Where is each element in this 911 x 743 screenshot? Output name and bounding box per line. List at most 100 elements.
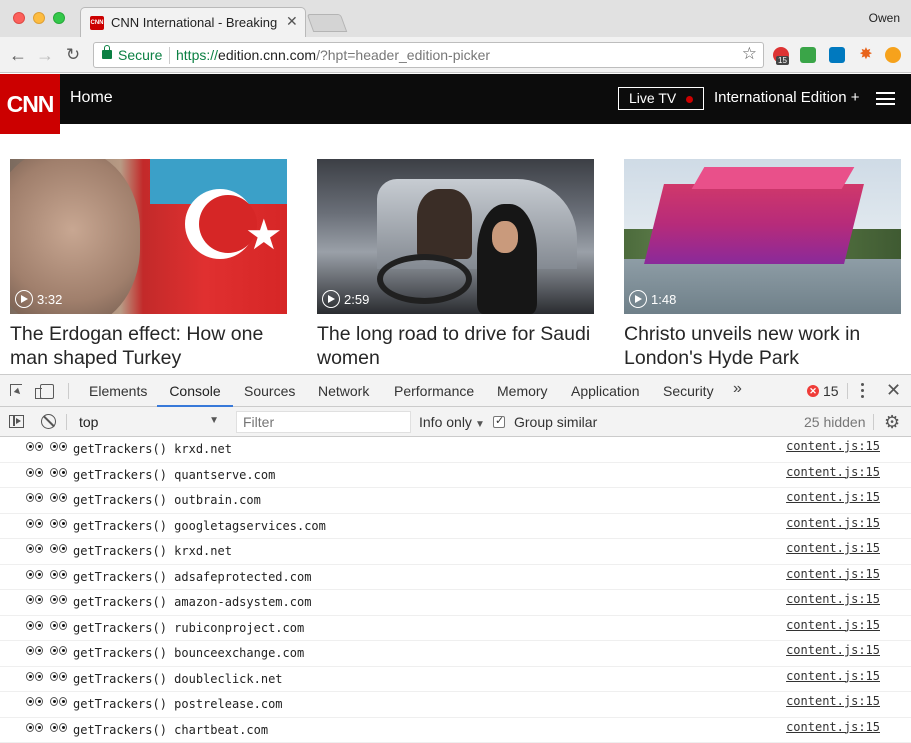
eyes-icon: [26, 542, 74, 556]
browser-tab-active[interactable]: CNN CNN International - Breaking N ✕: [80, 7, 306, 37]
chevron-down-icon: ▼: [475, 419, 485, 430]
console-filter-input[interactable]: [236, 411, 411, 433]
filterbar-divider: [873, 414, 874, 430]
log-source-link[interactable]: content.js:15: [786, 541, 880, 555]
video-card[interactable]: 1:48 Christo unveils new work in London'…: [624, 159, 901, 370]
video-card[interactable]: ★ 3:32 The Erdogan effect: How one man s…: [10, 159, 287, 370]
video-thumbnail[interactable]: 2:59: [317, 159, 594, 314]
card-headline[interactable]: The long road to drive for Saudi women: [317, 322, 594, 370]
minimize-window-button[interactable]: [33, 12, 45, 24]
card-headline[interactable]: Christo unveils new work in London's Hyd…: [624, 322, 901, 370]
thumb-mastaba-top: [692, 167, 855, 189]
console-log-row: getTrackers() chartbeat.com content.js:15: [0, 718, 911, 743]
edition-picker[interactable]: International Edition +: [714, 89, 860, 106]
tab-sources[interactable]: Sources: [244, 375, 295, 407]
extension-orange-icon[interactable]: [885, 47, 901, 63]
tab-security[interactable]: Security: [663, 375, 714, 407]
tab-console[interactable]: Console: [157, 375, 233, 407]
log-source-link[interactable]: content.js:15: [786, 720, 880, 734]
log-source-link[interactable]: content.js:15: [786, 643, 880, 657]
video-card[interactable]: 2:59 The long road to drive for Saudi wo…: [317, 159, 594, 370]
log-level-selector[interactable]: Info only▼: [419, 414, 485, 430]
eyes-icon: [26, 440, 74, 454]
log-source-link[interactable]: content.js:15: [786, 669, 880, 683]
bookmark-star-icon[interactable]: ☆: [742, 44, 757, 64]
more-tabs-button[interactable]: »: [733, 380, 742, 398]
hamburger-menu-icon[interactable]: [876, 92, 895, 105]
eyes-icon: [26, 721, 74, 735]
play-badge: 1:48: [629, 290, 676, 308]
log-message: getTrackers() adsafeprotected.com: [73, 570, 311, 584]
error-icon[interactable]: ✕: [807, 385, 819, 397]
eyes-icon: [26, 517, 74, 531]
tab-close-icon[interactable]: ✕: [286, 13, 298, 30]
device-toolbar-icon[interactable]: [40, 384, 54, 399]
thumb-driver-face: [492, 221, 518, 253]
devtools-close-icon[interactable]: ✕: [886, 380, 901, 401]
video-thumbnail[interactable]: 1:48: [624, 159, 901, 314]
log-message: getTrackers() doubleclick.net: [73, 672, 283, 686]
log-source-link[interactable]: content.js:15: [786, 567, 880, 581]
devtools-menu-icon[interactable]: [861, 383, 865, 401]
tab-strip: CNN CNN International - Breaking N ✕ Owe…: [0, 0, 911, 37]
video-duration: 1:48: [651, 292, 676, 307]
lock-icon: [102, 50, 112, 59]
tab-application[interactable]: Application: [571, 375, 640, 407]
cnn-logo[interactable]: CNN: [0, 74, 60, 134]
log-source-link[interactable]: content.js:15: [786, 694, 880, 708]
profile-name[interactable]: Owen: [869, 11, 900, 25]
url-text[interactable]: https://edition.cnn.com/?hpt=header_edit…: [176, 47, 490, 63]
group-similar-checkbox[interactable]: [493, 416, 505, 428]
inspect-element-icon[interactable]: [10, 384, 22, 396]
tab-network[interactable]: Network: [318, 375, 369, 407]
eyes-icon: [26, 568, 74, 582]
log-source-link[interactable]: content.js:15: [786, 516, 880, 530]
log-message: getTrackers() chartbeat.com: [73, 723, 268, 737]
back-arrow-icon[interactable]: ←: [8, 45, 28, 65]
extension-burst-icon[interactable]: ✸: [858, 47, 874, 63]
omnibox-divider: [169, 47, 170, 64]
clear-console-icon[interactable]: [41, 414, 56, 429]
log-source-link[interactable]: content.js:15: [786, 439, 880, 453]
flag-star: ★: [245, 214, 283, 256]
tab-memory[interactable]: Memory: [497, 375, 548, 407]
close-window-button[interactable]: [13, 12, 25, 24]
video-duration: 2:59: [344, 292, 369, 307]
live-dot-icon: [686, 96, 693, 103]
tab-performance[interactable]: Performance: [394, 375, 474, 407]
tab-elements[interactable]: Elements: [89, 375, 147, 407]
play-badge: 3:32: [15, 290, 62, 308]
error-count[interactable]: 15: [823, 383, 839, 399]
log-message: getTrackers() bounceexchange.com: [73, 646, 304, 660]
address-bar[interactable]: Secure https://edition.cnn.com/?hpt=head…: [93, 42, 764, 68]
card-headline[interactable]: The Erdogan effect: How one man shaped T…: [10, 322, 287, 370]
forward-arrow-icon[interactable]: →: [35, 45, 55, 65]
log-source-link[interactable]: content.js:15: [786, 618, 880, 632]
zoom-window-button[interactable]: [53, 12, 65, 24]
console-log-row: getTrackers() bounceexchange.com content.…: [0, 641, 911, 667]
thumb-mastaba: [644, 184, 864, 264]
console-sidebar-icon[interactable]: [9, 415, 24, 428]
context-value: top: [79, 414, 98, 430]
eyes-icon: [26, 619, 74, 633]
video-thumbnail[interactable]: ★ 3:32: [10, 159, 287, 314]
log-message: getTrackers() rubiconproject.com: [73, 621, 304, 635]
extension-evernote-icon[interactable]: [800, 47, 816, 63]
eyes-icon: [26, 491, 74, 505]
eyes-icon: [26, 670, 74, 684]
live-tv-button[interactable]: Live TV: [618, 87, 704, 110]
extension-trello-icon[interactable]: [829, 47, 845, 63]
log-source-link[interactable]: content.js:15: [786, 465, 880, 479]
group-similar-label[interactable]: Group similar: [514, 414, 597, 430]
secure-label: Secure: [118, 47, 162, 63]
new-tab-button[interactable]: [307, 14, 348, 32]
context-selector[interactable]: top ▼: [73, 411, 225, 433]
log-level-value: Info only: [419, 414, 472, 430]
log-source-link[interactable]: content.js:15: [786, 592, 880, 606]
extension-red-icon[interactable]: 15: [773, 47, 789, 63]
log-source-link[interactable]: content.js:15: [786, 490, 880, 504]
reload-icon[interactable]: ↻: [63, 45, 83, 65]
home-link[interactable]: Home: [70, 89, 113, 107]
console-log-row: getTrackers() amazon-adsystem.comcontent…: [0, 590, 911, 616]
console-settings-gear-icon[interactable]: ⚙: [884, 412, 900, 433]
